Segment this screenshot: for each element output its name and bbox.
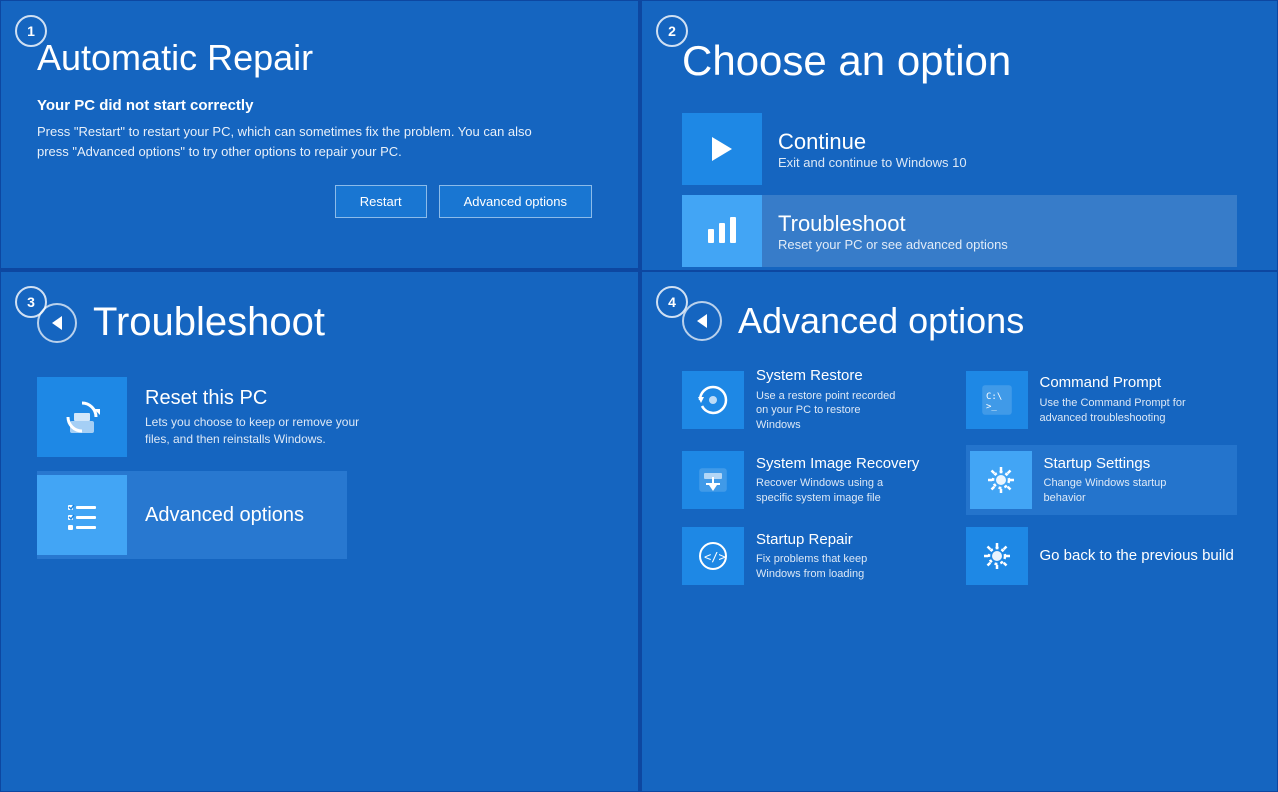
reset-pc-text: Reset this PC Lets you choose to keep or…	[145, 387, 365, 448]
step-badge-2: 2	[656, 15, 688, 47]
restore-icon	[696, 383, 730, 417]
system-restore-title: System Restore	[756, 366, 906, 386]
option-cmd[interactable]: C:\ >_ Command Prompt Use the Command Pr…	[966, 366, 1238, 433]
reset-pc-desc: Lets you choose to keep or remove your f…	[145, 414, 365, 448]
startup-settings-desc: Change Windows startup behavior	[1044, 476, 1194, 506]
troubleshoot-icon-box	[682, 195, 762, 267]
image-recovery-desc: Recover Windows using a specific system …	[756, 476, 906, 506]
panel4-title: Advanced options	[738, 300, 1024, 342]
panel4-header: Advanced options	[682, 300, 1237, 342]
option-system-restore[interactable]: System Restore Use a restore point recor…	[682, 366, 954, 433]
cmd-text: Command Prompt Use the Command Prompt fo…	[1040, 373, 1190, 425]
wrench-icon	[704, 213, 740, 249]
option-reset-pc[interactable]: Reset this PC Lets you choose to keep or…	[37, 377, 602, 457]
system-restore-desc: Use a restore point recorded on your PC …	[756, 389, 906, 434]
startup-settings-icon-box	[970, 451, 1032, 509]
back-button-4[interactable]	[682, 301, 722, 341]
step-badge-4: 4	[656, 286, 688, 318]
checklist-icon	[62, 495, 102, 535]
go-back-title: Go back to the previous build	[1040, 546, 1234, 566]
option-troubleshoot[interactable]: Troubleshoot Reset your PC or see advanc…	[682, 195, 1237, 267]
option-continue[interactable]: Continue Exit and continue to Windows 10	[682, 113, 1237, 185]
step-badge-1: 1	[15, 15, 47, 47]
startup-settings-text: Startup Settings Change Windows startup …	[1044, 454, 1194, 506]
panel3-title: Troubleshoot	[93, 300, 325, 345]
step-badge-3: 3	[15, 286, 47, 318]
svg-text:</>: </>	[704, 550, 726, 564]
panel1-subtitle: Your PC did not start correctly	[37, 97, 602, 114]
back-arrow-icon-4	[693, 312, 711, 330]
cmd-desc: Use the Command Prompt for advanced trou…	[1040, 396, 1190, 426]
reset-icon	[60, 395, 104, 439]
option-startup-settings[interactable]: Startup Settings Change Windows startup …	[966, 445, 1238, 515]
startup-repair-icon-box: </>	[682, 527, 744, 585]
system-restore-text: System Restore Use a restore point recor…	[756, 366, 906, 433]
cmd-icon-box: C:\ >_	[966, 371, 1028, 429]
gear2-icon	[980, 539, 1014, 573]
image-recovery-text: System Image Recovery Recover Windows us…	[756, 454, 919, 506]
option-image-recovery[interactable]: System Image Recovery Recover Windows us…	[682, 445, 954, 515]
reset-pc-title: Reset this PC	[145, 387, 365, 410]
advanced-3-text: Advanced options	[145, 504, 304, 527]
continue-text: Continue Exit and continue to Windows 10	[778, 129, 1237, 170]
code-icon: </>	[696, 539, 730, 573]
continue-title: Continue	[778, 129, 1237, 155]
startup-repair-desc: Fix problems that keep Windows from load…	[756, 552, 906, 582]
image-recovery-title: System Image Recovery	[756, 454, 919, 474]
back-arrow-icon	[48, 314, 66, 332]
option-go-back[interactable]: Go back to the previous build	[966, 527, 1238, 585]
arrow-right-icon	[704, 131, 740, 167]
continue-subtitle: Exit and continue to Windows 10	[778, 155, 1237, 170]
image-recovery-icon-box	[682, 451, 744, 509]
option-startup-repair[interactable]: </> Startup Repair Fix problems that kee…	[682, 527, 954, 585]
panel-automatic-repair: 1 Automatic Repair Your PC did not start…	[0, 0, 640, 270]
panel1-description: Press "Restart" to restart your PC, whic…	[37, 122, 557, 161]
panel-troubleshoot: 3 Troubleshoot Reset this PC Lets you ch…	[0, 270, 640, 792]
go-back-icon-box	[966, 527, 1028, 585]
advanced-options-grid: System Restore Use a restore point recor…	[682, 366, 1237, 585]
panel3-header: Troubleshoot	[37, 300, 602, 345]
restart-button[interactable]: Restart	[335, 185, 427, 218]
startup-repair-text: Startup Repair Fix problems that keep Wi…	[756, 530, 906, 582]
panel1-buttons: Restart Advanced options	[37, 185, 602, 218]
advanced-icon-box	[37, 475, 127, 555]
panel2-title: Choose an option	[682, 37, 1237, 85]
continue-icon-box	[682, 113, 762, 185]
panel-advanced-options: 4 Advanced options System Restore Use a …	[640, 270, 1278, 792]
disk-icon	[696, 463, 730, 497]
reset-pc-icon-box	[37, 377, 127, 457]
cmd-icon: C:\ >_	[980, 383, 1014, 417]
panel1-title: Automatic Repair	[37, 37, 602, 79]
startup-settings-title: Startup Settings	[1044, 454, 1194, 474]
advanced-3-title: Advanced options	[145, 504, 304, 527]
option-advanced-3[interactable]: Advanced options	[37, 471, 347, 559]
svg-text:C:\: C:\	[986, 392, 1002, 402]
troubleshoot-subtitle: Reset your PC or see advanced options	[778, 237, 1237, 252]
gear-icon	[984, 463, 1018, 497]
svg-text:>_: >_	[986, 402, 997, 412]
go-back-text: Go back to the previous build	[1040, 546, 1234, 566]
system-restore-icon-box	[682, 371, 744, 429]
troubleshoot-title: Troubleshoot	[778, 211, 1237, 237]
cmd-title: Command Prompt	[1040, 373, 1190, 393]
troubleshoot-text: Troubleshoot Reset your PC or see advanc…	[778, 211, 1237, 252]
advanced-options-button-1[interactable]: Advanced options	[439, 185, 592, 218]
startup-repair-title: Startup Repair	[756, 530, 906, 550]
